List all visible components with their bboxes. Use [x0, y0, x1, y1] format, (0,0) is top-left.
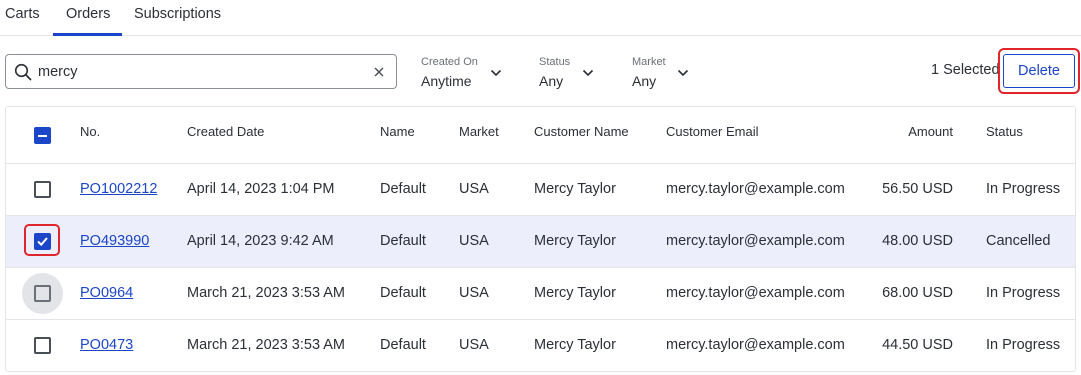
- checkmark-icon: [37, 237, 48, 247]
- tab-subscriptions[interactable]: Subscriptions: [134, 6, 221, 22]
- amount: 56.50 USD: [882, 181, 953, 197]
- created-date: March 21, 2023 3:53 AM: [187, 337, 345, 353]
- order-name: Default: [380, 181, 426, 197]
- amount: 48.00 USD: [882, 233, 953, 249]
- row-checkbox[interactable]: [34, 285, 51, 302]
- order-number-link[interactable]: PO0964: [80, 285, 133, 301]
- status: Cancelled: [986, 233, 1051, 249]
- search-box: [5, 54, 397, 89]
- column-header-status[interactable]: Status: [986, 124, 1023, 139]
- created-date: April 14, 2023 9:42 AM: [187, 233, 334, 249]
- tab-bar: Carts Orders Subscriptions: [0, 0, 1081, 36]
- filter-status[interactable]: Status Any: [539, 55, 594, 91]
- market: USA: [459, 181, 489, 197]
- table-row[interactable]: PO0473 March 21, 2023 3:53 AM Default US…: [6, 320, 1075, 372]
- status: In Progress: [986, 337, 1061, 353]
- filter-label: Status: [539, 56, 571, 68]
- amount: 44.50 USD: [882, 337, 953, 353]
- table-row[interactable]: PO0964 March 21, 2023 3:53 AM Default US…: [6, 268, 1075, 320]
- column-header-name[interactable]: Name: [380, 124, 415, 139]
- orders-table: No. Created Date Name Market Customer Na…: [5, 106, 1076, 372]
- table-header: No. Created Date Name Market Customer Na…: [6, 107, 1075, 164]
- created-date: April 14, 2023 1:04 PM: [187, 181, 335, 197]
- customer-email: mercy.taylor@example.com: [666, 181, 845, 197]
- tab-orders[interactable]: Orders: [66, 6, 110, 22]
- delete-button-highlight: Delete: [998, 48, 1080, 94]
- filter-value: Any: [632, 73, 657, 89]
- table-row[interactable]: PO1002212 April 14, 2023 1:04 PM Default…: [6, 164, 1075, 216]
- amount: 68.00 USD: [882, 285, 953, 301]
- column-header-amount[interactable]: Amount: [908, 124, 953, 139]
- delete-button[interactable]: Delete: [1003, 54, 1075, 88]
- column-header-market[interactable]: Market: [459, 124, 499, 139]
- order-number-link[interactable]: PO493990: [80, 233, 149, 249]
- filter-label: Market: [632, 56, 666, 68]
- customer-email: mercy.taylor@example.com: [666, 337, 845, 353]
- market: USA: [459, 337, 489, 353]
- market: USA: [459, 285, 489, 301]
- column-header-customer-name[interactable]: Customer Name: [534, 124, 629, 139]
- active-tab-indicator: [53, 33, 122, 36]
- filter-value: Any: [539, 73, 564, 89]
- filter-value: Anytime: [421, 73, 472, 89]
- customer-name: Mercy Taylor: [534, 285, 616, 301]
- status: In Progress: [986, 285, 1061, 301]
- order-name: Default: [380, 233, 426, 249]
- chevron-down-icon: [582, 69, 594, 77]
- chevron-down-icon: [490, 69, 502, 77]
- selected-count: 1 Selected: [931, 62, 1000, 78]
- row-checkbox[interactable]: [34, 181, 51, 198]
- customer-name: Mercy Taylor: [534, 181, 616, 197]
- column-header-created-date[interactable]: Created Date: [187, 124, 264, 139]
- row-checkbox[interactable]: [34, 337, 51, 354]
- table-row[interactable]: PO493990 April 14, 2023 9:42 AM Default …: [6, 216, 1075, 268]
- filter-label: Created On: [421, 56, 478, 68]
- search-input[interactable]: [38, 61, 358, 83]
- order-name: Default: [380, 337, 426, 353]
- status: In Progress: [986, 181, 1061, 197]
- search-icon: [14, 63, 32, 81]
- customer-email: mercy.taylor@example.com: [666, 233, 845, 249]
- filter-created-on[interactable]: Created On Anytime: [421, 55, 502, 91]
- column-header-customer-email[interactable]: Customer Email: [666, 124, 758, 139]
- market: USA: [459, 233, 489, 249]
- tab-carts[interactable]: Carts: [5, 6, 40, 22]
- filter-market[interactable]: Market Any: [632, 55, 689, 91]
- order-name: Default: [380, 285, 426, 301]
- select-all-checkbox[interactable]: [34, 127, 51, 144]
- customer-email: mercy.taylor@example.com: [666, 285, 845, 301]
- column-header-no[interactable]: No.: [80, 124, 100, 139]
- customer-name: Mercy Taylor: [534, 233, 616, 249]
- row-checkbox[interactable]: [34, 233, 51, 250]
- chevron-down-icon: [677, 69, 689, 77]
- created-date: March 21, 2023 3:53 AM: [187, 285, 345, 301]
- clear-search-icon[interactable]: [372, 65, 386, 79]
- order-number-link[interactable]: PO1002212: [80, 181, 157, 197]
- customer-name: Mercy Taylor: [534, 337, 616, 353]
- order-number-link[interactable]: PO0473: [80, 337, 133, 353]
